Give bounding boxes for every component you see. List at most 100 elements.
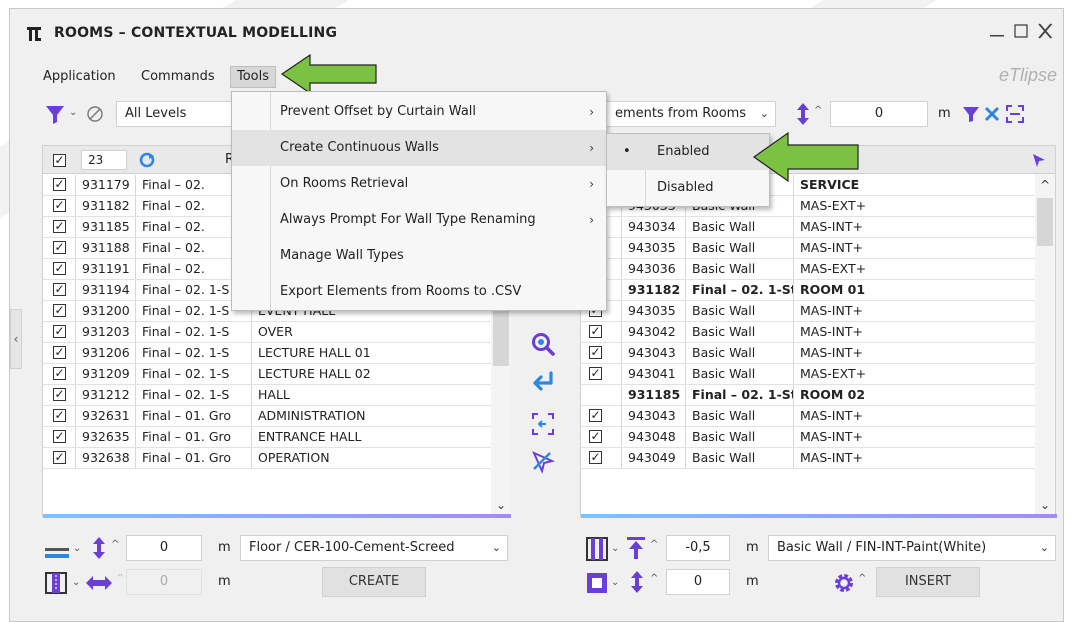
table-row[interactable]: 943034 Basic Wall MAS-INT+ [581, 217, 1035, 238]
chevron-up-icon[interactable]: ^ [650, 573, 658, 584]
chevron-up-icon[interactable]: ^ [650, 539, 658, 550]
table-row[interactable]: ✓943035Basic WallMAS-INT+ [581, 301, 1035, 322]
table-row[interactable]: ✓ 932635 Final – 01. Gro ENTRANCE HALL [43, 427, 491, 448]
row-checkbox[interactable]: ✓ [589, 430, 602, 443]
chevron-down-icon[interactable]: ⌄ [69, 107, 77, 118]
chevron-up-icon[interactable]: ^ [111, 539, 119, 550]
wall-layers-icon[interactable] [584, 535, 610, 563]
vertical-offset-icon[interactable] [88, 535, 110, 561]
row-checkbox[interactable]: ✓ [589, 409, 602, 422]
chevron-down-icon[interactable]: ⌄ [72, 577, 80, 588]
tools-menu-item[interactable]: Prevent Offset by Curtain Wall › [232, 94, 606, 130]
floor-height-input[interactable]: 0 [126, 535, 202, 561]
tools-menu-item[interactable]: Create Continuous Walls › [232, 130, 606, 166]
filter-icon[interactable] [961, 103, 981, 125]
room-boundary-icon[interactable] [584, 569, 610, 597]
horizontal-offset-icon[interactable] [84, 571, 114, 595]
chevron-down-icon[interactable]: ⌄ [491, 498, 511, 512]
table-row[interactable]: ✓ 931206 Final – 02. 1-S LECTURE HALL 01 [43, 343, 491, 364]
row-checkbox[interactable]: ✓ [53, 283, 66, 296]
submenu-item[interactable]: Disabled [607, 170, 769, 206]
clear-filter-icon[interactable] [84, 103, 106, 125]
row-checkbox[interactable]: ✓ [53, 451, 66, 464]
row-checkbox[interactable]: ✓ [53, 388, 66, 401]
maximize-icon[interactable] [1011, 21, 1031, 43]
row-checkbox[interactable]: ✓ [53, 304, 66, 317]
walls-scrollbar[interactable]: ^ ⌄ [1035, 174, 1055, 516]
tools-menu-item[interactable]: On Rooms Retrieval › [232, 166, 606, 202]
vertical-offset-icon[interactable] [792, 101, 814, 127]
chevron-down-icon[interactable]: ⌄ [611, 543, 619, 554]
wall-type-select[interactable]: Basic Wall / FIN-INT-Paint(White) ⌄ [768, 535, 1056, 561]
table-row[interactable]: ✓ 943041 Basic Wall MAS-EXT+ [581, 364, 1035, 385]
close-icon[interactable] [1035, 21, 1055, 43]
table-row[interactable]: 943036 Basic Wall MAS-EXT+ [581, 259, 1035, 280]
row-checkbox[interactable]: ✓ [53, 367, 66, 380]
row-checkbox[interactable]: ✓ [53, 241, 66, 254]
pick-element-icon[interactable] [528, 409, 558, 439]
floor-icon[interactable] [42, 535, 72, 563]
mode-select[interactable]: ements from Rooms ⌄ [606, 101, 776, 127]
group-row[interactable]: 931182 Final – 02. 1-St ROOM 01 [581, 280, 1035, 301]
group-row[interactable]: 931185 Final – 02. 1-St ROOM 02 [581, 385, 1035, 406]
row-checkbox[interactable]: ✓ [53, 220, 66, 233]
minimize-icon[interactable] [987, 21, 1007, 43]
create-button[interactable]: CREATE [322, 567, 426, 597]
table-row[interactable]: ✓ 931203 Final – 02. 1-S OVER [43, 322, 491, 343]
tools-menu-item[interactable]: Manage Wall Types [232, 238, 606, 274]
row-checkbox[interactable]: ✓ [53, 346, 66, 359]
scroll-thumb[interactable] [1037, 198, 1053, 246]
row-checkbox[interactable]: ✓ [53, 409, 66, 422]
row-checkbox[interactable]: ✓ [589, 451, 602, 464]
chevron-up-icon[interactable]: ^ [116, 573, 124, 584]
table-row[interactable]: 943035 Basic Wall MAS-INT+ [581, 238, 1035, 259]
base-offset-input[interactable]: 0 [666, 569, 730, 595]
floor-type-select[interactable]: Floor / CER-100-Cement-Screed ⌄ [240, 535, 508, 561]
row-checkbox[interactable]: ✓ [589, 367, 602, 380]
wall-width-input[interactable]: 0 [126, 569, 202, 595]
row-checkbox[interactable]: ✓ [53, 325, 66, 338]
row-checkbox[interactable]: ✓ [53, 262, 66, 275]
chevron-down-icon[interactable]: ⌄ [611, 577, 619, 588]
table-row[interactable]: ✓ 931209 Final – 02. 1-S LECTURE HALL 02 [43, 364, 491, 385]
cursor-select-icon[interactable] [1031, 152, 1047, 172]
top-offset-input[interactable]: -0,5 [666, 535, 730, 561]
search-icon[interactable] [528, 329, 558, 359]
filter-icon[interactable] [42, 101, 68, 127]
table-row[interactable]: ✓ 932638 Final – 01. Gro OPERATION [43, 448, 491, 469]
level-select[interactable]: All Levels [116, 101, 236, 127]
submenu-item[interactable]: • Enabled [607, 134, 769, 170]
chevron-down-icon[interactable]: ⌄ [73, 543, 81, 554]
enter-icon[interactable] [528, 367, 558, 397]
table-row[interactable]: ✓ 943048 Basic Wall MAS-INT+ [581, 427, 1035, 448]
table-row[interactable]: ✓ 931212 Final – 02. 1-S HALL [43, 385, 491, 406]
wall-width-icon[interactable] [42, 569, 70, 597]
vertical-offset-icon[interactable] [626, 569, 648, 595]
chevron-up-icon[interactable]: ^ [814, 105, 822, 116]
tools-menu-item[interactable]: Export Elements from Rooms to .CSV [232, 274, 606, 310]
menu-tools[interactable]: Tools [230, 66, 277, 88]
top-offset-icon[interactable] [624, 535, 648, 561]
table-row[interactable]: ✓ 943049 Basic Wall MAS-INT+ [581, 448, 1035, 469]
chevron-down-icon[interactable]: ⌄ [1035, 498, 1055, 512]
table-row[interactable]: ✓ 943043 Basic Wall MAS-INT+ [581, 343, 1035, 364]
insert-button[interactable]: INSERT [876, 567, 980, 597]
row-checkbox[interactable]: ✓ [53, 178, 66, 191]
table-row[interactable]: ✓ 943043 Basic Wall MAS-INT+ [581, 406, 1035, 427]
clear-filter-icon[interactable] [982, 103, 1002, 125]
chevron-up-icon[interactable]: ^ [1035, 178, 1055, 192]
tools-menu-item[interactable]: Always Prompt For Wall Type Renaming › [232, 202, 606, 238]
row-checkbox[interactable]: ✓ [589, 325, 602, 338]
row-checkbox[interactable]: ✓ [589, 346, 602, 359]
table-row[interactable]: ✓ 932631 Final – 01. Gro ADMINISTRATION [43, 406, 491, 427]
refresh-icon[interactable] [139, 152, 155, 172]
menu-application[interactable]: Application [37, 66, 122, 88]
select-all-checkbox[interactable]: ✓ [53, 154, 66, 167]
table-row[interactable]: ✓ 943042 Basic Wall MAS-INT+ [581, 322, 1035, 343]
select-tool-icon[interactable] [528, 447, 558, 477]
menu-commands[interactable]: Commands [135, 66, 221, 88]
gear-icon[interactable] [830, 569, 858, 597]
zoom-fit-icon[interactable] [1004, 103, 1026, 125]
offset-input[interactable]: 0 [830, 101, 928, 127]
row-checkbox[interactable]: ✓ [53, 199, 66, 212]
